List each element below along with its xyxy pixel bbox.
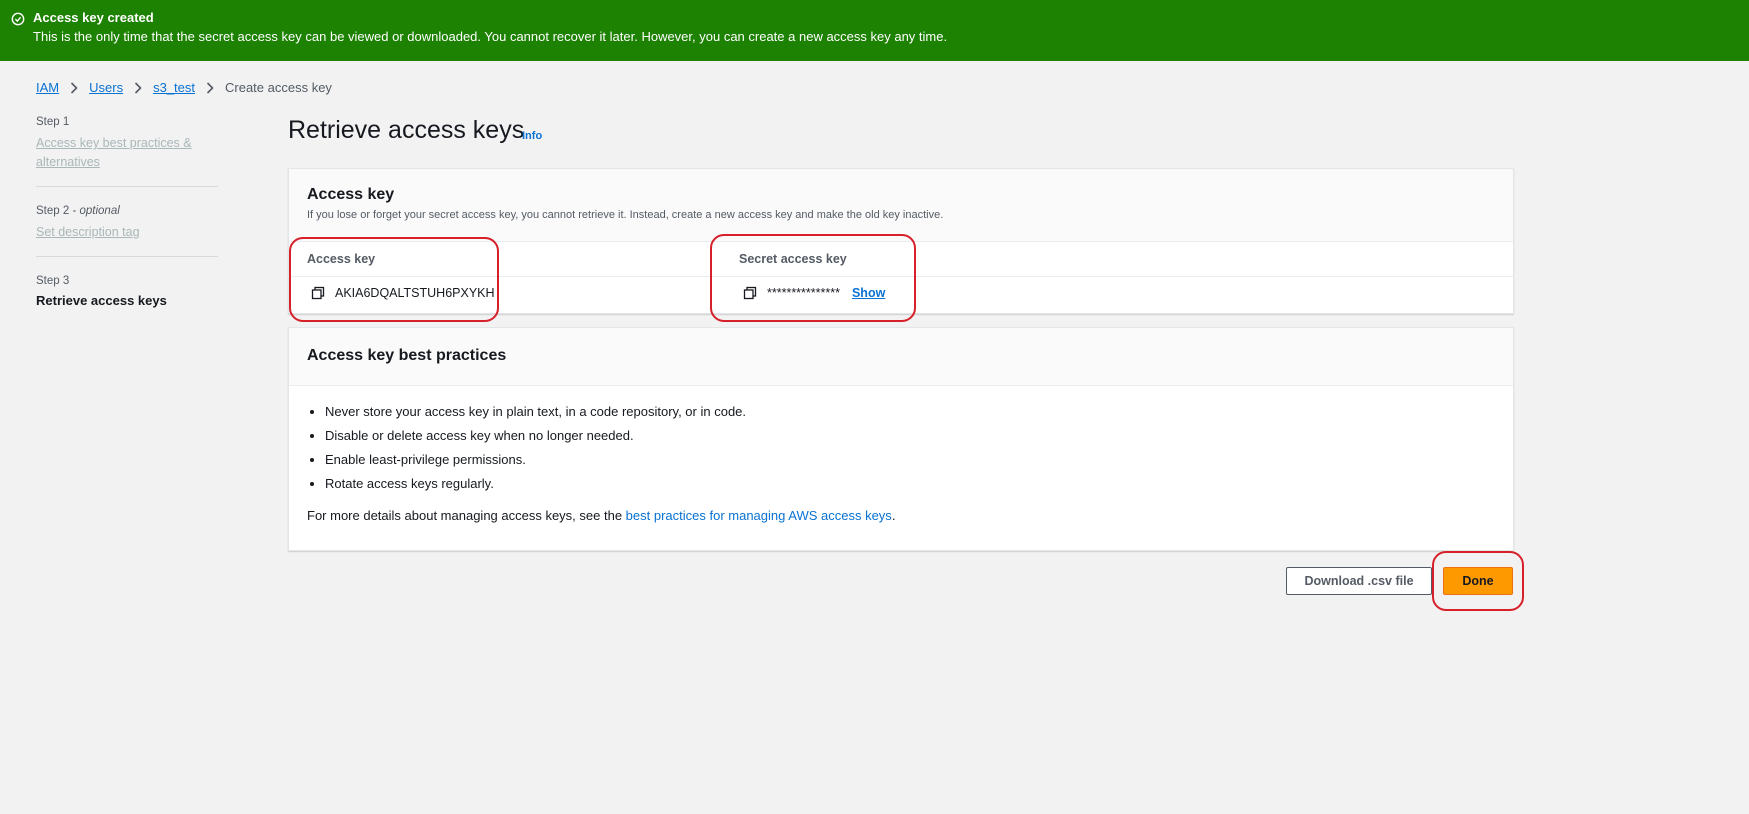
step-link-description-tag[interactable]: Set description tag: [36, 223, 218, 242]
more-prefix: For more details about managing access k…: [307, 508, 626, 523]
breadcrumb: IAM Users s3_test Create access key: [36, 80, 332, 95]
list-item: Disable or delete access key when no lon…: [325, 428, 746, 444]
info-link[interactable]: Info: [522, 130, 542, 142]
step-link-best-practices[interactable]: Access key best practices & alternatives: [36, 134, 218, 172]
step-optional: optional: [79, 205, 120, 217]
step-label: Step 3: [36, 275, 70, 287]
best-practices-list: Never store your access key in plain tex…: [307, 404, 746, 500]
step-3: Step 3 Retrieve access keys: [36, 275, 218, 308]
check-circle-icon: [11, 12, 25, 26]
highlight-access-key: [289, 237, 499, 322]
step-label: Step 1: [36, 116, 70, 128]
banner-text: This is the only time that the secret ac…: [33, 29, 948, 44]
success-banner: Access key created This is the only time…: [0, 0, 1749, 61]
download-csv-button[interactable]: Download .csv file: [1286, 567, 1432, 595]
page-title: Retrieve access keys: [288, 116, 525, 144]
step-1: Step 1 Access key best practices & alter…: [36, 116, 218, 172]
divider: [36, 256, 218, 257]
best-practices-link[interactable]: best practices for managing AWS access k…: [626, 508, 892, 523]
breadcrumb-user[interactable]: s3_test: [153, 80, 195, 95]
chevron-right-icon: [199, 81, 221, 95]
list-item: Enable least-privilege permissions.: [325, 452, 746, 468]
card-header: Access key best practices: [289, 328, 1513, 386]
highlight-done-button: [1432, 551, 1524, 611]
card-title: Access key: [307, 186, 395, 203]
chevron-right-icon: [127, 81, 149, 95]
breadcrumb-iam[interactable]: IAM: [36, 80, 59, 95]
breadcrumb-current: Create access key: [225, 80, 332, 95]
highlight-secret-key: [710, 234, 916, 322]
more-details-text: For more details about managing access k…: [307, 508, 895, 523]
divider: [36, 186, 218, 187]
list-item: Never store your access key in plain tex…: [325, 404, 746, 420]
card-title: Access key best practices: [307, 347, 507, 364]
card-description: If you lose or forget your secret access…: [307, 209, 944, 221]
list-item: Rotate access keys regularly.: [325, 476, 746, 492]
step-2: Step 2 - optional Set description tag: [36, 205, 218, 242]
wizard-steps: Step 1 Access key best practices & alter…: [36, 116, 218, 308]
step-label: Step 2 - optional: [36, 205, 120, 217]
card-header: Access key If you lose or forget your se…: [289, 169, 1513, 242]
step-current-retrieve: Retrieve access keys: [36, 293, 167, 308]
breadcrumb-users[interactable]: Users: [89, 80, 123, 95]
banner-title: Access key created: [33, 10, 154, 25]
chevron-right-icon: [63, 81, 85, 95]
more-suffix: .: [891, 508, 896, 523]
best-practices-card: Access key best practices Never store yo…: [288, 327, 1514, 551]
step-label-text: Step 2: [36, 205, 70, 217]
